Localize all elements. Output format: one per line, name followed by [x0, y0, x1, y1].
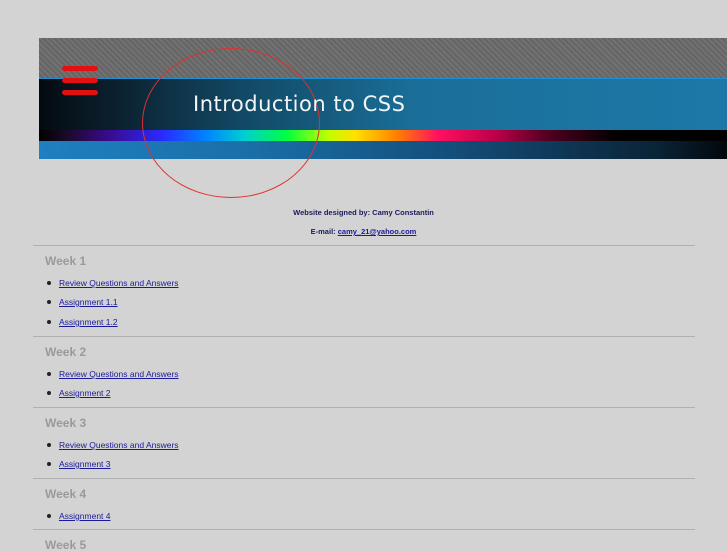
link-assignment-1-2[interactable]: Assignment 1.2 [59, 317, 118, 327]
link-assignment-1-1[interactable]: Assignment 1.1 [59, 297, 118, 307]
designer-credit: Website designed by: Camy Constantin [293, 208, 434, 217]
list-item: Review Questions and Answers [47, 278, 179, 288]
bullet-icon [47, 299, 51, 304]
list-item: Review Questions and Answers [47, 440, 179, 450]
week-section-2: Week 2 Review Questions and Answers Assi… [33, 336, 695, 398]
week-section-4: Week 4 Assignment 4 [33, 478, 695, 521]
bullet-icon [47, 390, 51, 395]
list-item: Review Questions and Answers [47, 369, 179, 379]
menu-icon-bar [62, 66, 98, 71]
link-review-questions-week-1[interactable]: Review Questions and Answers [59, 278, 179, 288]
email-link[interactable]: camy_21@yahoo.com [338, 227, 417, 236]
list-item: Assignment 2 [47, 388, 111, 398]
menu-icon-bar [62, 78, 98, 83]
bullet-icon [47, 461, 51, 466]
week-section-5: Week 5 [33, 529, 695, 552]
bullet-icon [47, 513, 51, 518]
menu-icon[interactable] [62, 66, 98, 96]
week-title: Week 5 [45, 538, 87, 552]
bullet-icon [47, 371, 51, 376]
menu-icon-bar [62, 90, 98, 95]
banner-title: Introduction to CSS [193, 92, 406, 116]
link-assignment-3[interactable]: Assignment 3 [59, 459, 111, 469]
bullet-icon [47, 442, 51, 447]
link-assignment-4[interactable]: Assignment 4 [59, 511, 111, 521]
link-review-questions-week-3[interactable]: Review Questions and Answers [59, 440, 179, 450]
list-item: Assignment 1.1 [47, 297, 118, 307]
email-credit: E-mail: camy_21@yahoo.com [0, 227, 727, 236]
week-section-1: Week 1 Review Questions and Answers Assi… [33, 245, 695, 327]
bullet-icon [47, 280, 51, 285]
email-label: E-mail: [310, 227, 338, 236]
list-item: Assignment 4 [47, 511, 111, 521]
week-title: Week 1 [45, 254, 87, 268]
week-title: Week 2 [45, 345, 87, 359]
decorative-ring [142, 48, 320, 198]
week-title: Week 4 [45, 487, 87, 501]
week-title: Week 3 [45, 416, 87, 430]
link-assignment-2[interactable]: Assignment 2 [59, 388, 111, 398]
banner-bottom-band [39, 141, 727, 159]
link-review-questions-week-2[interactable]: Review Questions and Answers [59, 369, 179, 379]
bullet-icon [47, 319, 51, 324]
list-item: Assignment 3 [47, 459, 111, 469]
week-section-3: Week 3 Review Questions and Answers Assi… [33, 407, 695, 469]
banner-top-band [39, 38, 727, 78]
list-item: Assignment 1.2 [47, 317, 118, 327]
